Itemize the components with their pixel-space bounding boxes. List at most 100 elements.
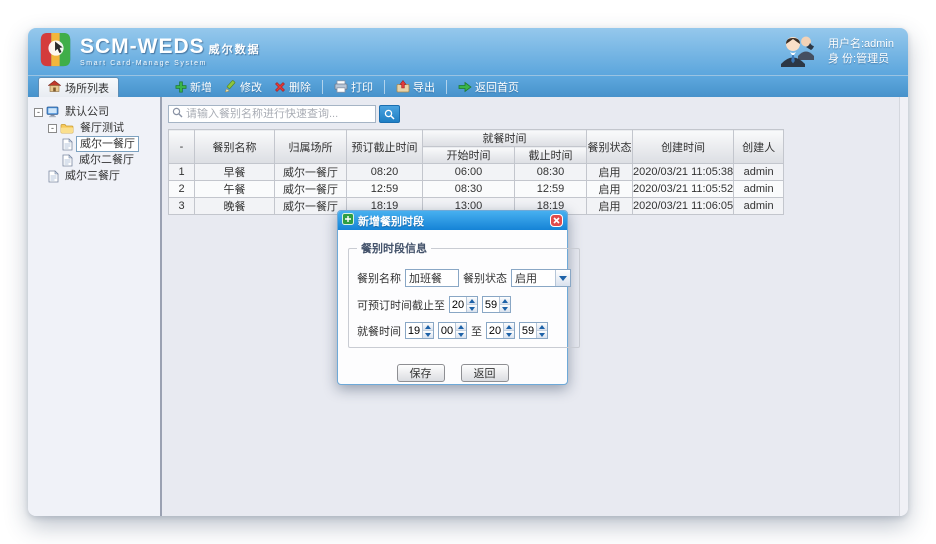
add-toolbar-button[interactable]: 新增 (170, 77, 217, 97)
tab-place-list-label: 场所列表 (65, 80, 109, 96)
dining-end-hour-input[interactable] (487, 323, 503, 338)
tree-item-restaurant-test[interactable]: - 餐厅测试 (32, 120, 156, 136)
toolbar: 新增修改 删除 打印导出 返回首页 (162, 76, 908, 97)
dialog-title: 新增餐别时段 (358, 213, 546, 229)
home-toolbar-button[interactable]: 返回首页 (453, 77, 524, 97)
dining-time-label: 就餐时间 (357, 323, 401, 339)
tree-expander-icon[interactable]: - (34, 108, 43, 117)
meal-status-select[interactable]: 启用 (511, 269, 571, 287)
dialog-icon (342, 213, 354, 228)
add-icon (175, 81, 187, 93)
toolbar-button-label: 删除 (289, 79, 311, 95)
table-row[interactable]: 1早餐威尔一餐厅08:2006:0008:30启用2020/03/21 11:0… (169, 164, 784, 181)
delete-icon (274, 81, 286, 93)
column-header-place[interactable]: 归属场所 (275, 130, 347, 164)
delete-toolbar-button[interactable]: 删除 (269, 77, 316, 97)
app-header: SCM-WEDS 威尔数据 Smart Card-Manage System (28, 28, 908, 75)
close-icon[interactable] (550, 214, 563, 227)
table-cell: 12:59 (347, 181, 423, 198)
tree-item-label: 威尔一餐厅 (76, 136, 139, 152)
spinner-up-icon[interactable] (500, 297, 510, 304)
meal-table: -餐别名称归属场所预订截止时间就餐时间餐别状态创建时间创建人开始时间截止时间1早… (168, 129, 784, 215)
dining-start-minute-spinner[interactable] (438, 322, 467, 339)
spinner-up-icon[interactable] (423, 323, 433, 330)
edit-icon (224, 80, 237, 93)
sidebar-tree-panel: -默认公司-餐厅测试威尔一餐厅威尔二餐厅威尔三餐厅 (28, 97, 160, 516)
dialog-body: 餐别时段信息 餐别名称 餐别状态 启用 可预订时间截止至 (338, 230, 567, 390)
save-button[interactable]: 保存 (397, 364, 445, 382)
search-input[interactable] (186, 108, 372, 120)
table-cell: 12:59 (515, 181, 587, 198)
meal-status-value: 启用 (512, 270, 555, 286)
column-header-created[interactable]: 创建时间 (633, 130, 734, 164)
tree-item-label: 威尔二餐厅 (76, 153, 137, 167)
column-header-index[interactable]: - (169, 130, 195, 164)
column-header-name[interactable]: 餐别名称 (195, 130, 275, 164)
spinner-down-icon[interactable] (500, 304, 510, 312)
tree-expander-icon[interactable]: - (48, 124, 57, 133)
dining-start-minute-input[interactable] (439, 323, 455, 338)
scrollbar-track[interactable] (899, 97, 908, 516)
spinner-down-icon[interactable] (504, 330, 514, 338)
spinner-up-icon[interactable] (504, 323, 514, 330)
table-cell: 08:30 (515, 164, 587, 181)
avatar-icon (778, 33, 820, 70)
subbar: 场所列表 新增修改 删除 打印导出 返回首页 (28, 75, 908, 97)
search-row (167, 102, 894, 129)
table-cell: 2020/03/21 11:06:05 (633, 198, 734, 215)
spinner-down-icon[interactable] (423, 330, 433, 338)
tab-place-list[interactable]: 场所列表 (38, 77, 119, 97)
toolbar-separator (446, 80, 447, 94)
print-icon (334, 80, 348, 93)
export-toolbar-button[interactable]: 导出 (391, 77, 440, 97)
dining-end-hour-spinner[interactable] (486, 322, 515, 339)
dialog-buttons: 保存 返回 (348, 364, 557, 382)
column-header-start[interactable]: 开始时间 (423, 147, 515, 164)
print-toolbar-button[interactable]: 打印 (329, 77, 378, 97)
dialog-titlebar[interactable]: 新增餐别时段 (338, 211, 567, 230)
column-header-end[interactable]: 截止时间 (515, 147, 587, 164)
column-header-creator[interactable]: 创建人 (734, 130, 784, 164)
page-icon (62, 154, 73, 167)
deadline-hour-input[interactable] (450, 297, 466, 312)
dining-start-hour-spinner[interactable] (405, 322, 434, 339)
logo-title: SCM-WEDS (80, 36, 205, 57)
tree-item-weier-canteen-3[interactable]: 威尔三餐厅 (32, 168, 156, 184)
edit-toolbar-button[interactable]: 修改 (219, 77, 267, 97)
search-button[interactable] (379, 105, 400, 123)
tree-item-default-company[interactable]: - 默认公司 (32, 104, 156, 120)
column-header-status[interactable]: 餐别状态 (587, 130, 633, 164)
dining-end-minute-input[interactable] (520, 323, 536, 338)
tree-item-weier-canteen-2[interactable]: 威尔二餐厅 (32, 152, 156, 168)
table-cell: 启用 (587, 164, 633, 181)
spinner-up-icon[interactable] (456, 323, 466, 330)
spinner-down-icon[interactable] (467, 304, 477, 312)
meal-name-label: 餐别名称 (357, 270, 401, 286)
table-cell: 08:30 (423, 181, 515, 198)
tree-item-weier-canteen-1[interactable]: 威尔一餐厅 (32, 136, 156, 152)
username-text: 用户名:admin (828, 37, 894, 52)
toolbar-separator (322, 80, 323, 94)
deadline-hour-spinner[interactable] (449, 296, 478, 313)
tree-item-label: 餐厅测试 (77, 121, 127, 135)
search-box (168, 105, 376, 123)
deadline-minute-spinner[interactable] (482, 296, 511, 313)
spinner-up-icon[interactable] (467, 297, 477, 304)
meal-name-input[interactable] (405, 269, 459, 287)
spinner-up-icon[interactable] (537, 323, 547, 330)
toolbar-button-label: 返回首页 (475, 79, 519, 95)
house-icon (48, 80, 61, 95)
chevron-down-icon[interactable] (555, 270, 570, 286)
sidebar-tabstrip: 场所列表 (28, 76, 162, 97)
back-button[interactable]: 返回 (461, 364, 509, 382)
dining-end-minute-spinner[interactable] (519, 322, 548, 339)
meal-status-label: 餐别状态 (463, 270, 507, 286)
column-header-deadline[interactable]: 预订截止时间 (347, 130, 423, 164)
dining-start-hour-input[interactable] (406, 323, 422, 338)
spinner-down-icon[interactable] (456, 330, 466, 338)
table-row[interactable]: 2午餐威尔一餐厅12:5908:3012:59启用2020/03/21 11:0… (169, 181, 784, 198)
spinner-down-icon[interactable] (537, 330, 547, 338)
tree-item-label: 默认公司 (62, 105, 112, 119)
deadline-minute-input[interactable] (483, 297, 499, 312)
meal-period-fieldset: 餐别时段信息 餐别名称 餐别状态 启用 可预订时间截止至 (348, 240, 580, 348)
